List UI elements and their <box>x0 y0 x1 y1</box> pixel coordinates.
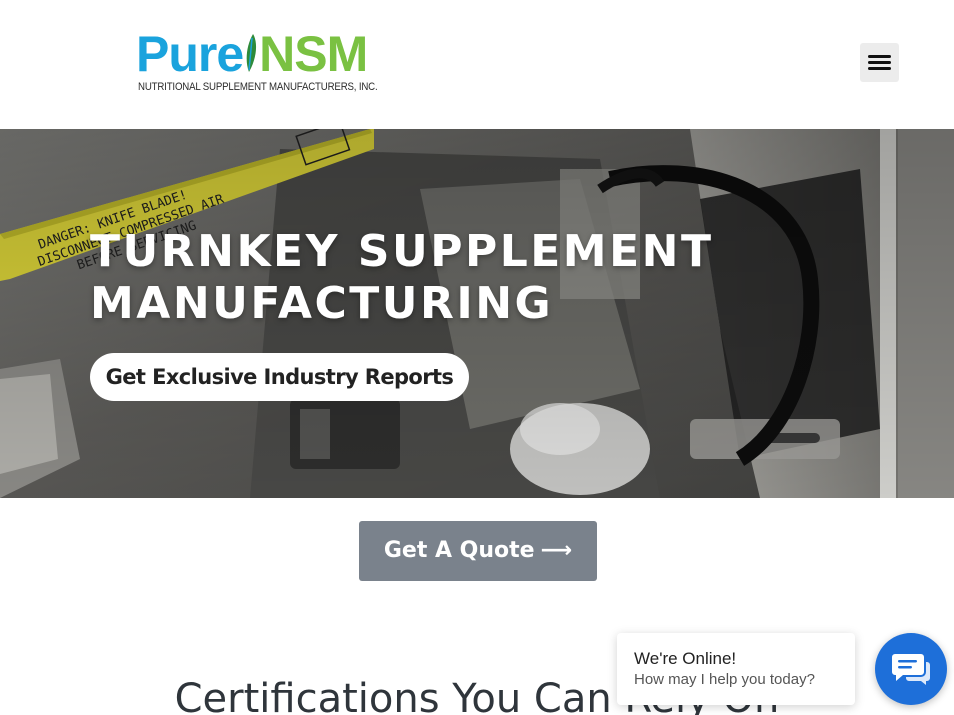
get-quote-button[interactable]: Get A Quote ⟶ <box>359 521 597 581</box>
hero-title-line-1: TURNKEY SUPPLEMENT <box>90 226 714 277</box>
site-logo[interactable]: Pure NSM NUTRITIONAL SUPPLEMENT MANUFACT… <box>136 26 378 98</box>
hero-title: TURNKEY SUPPLEMENT MANUFACTURING <box>90 226 713 330</box>
chat-icon <box>892 654 930 685</box>
menu-button[interactable] <box>860 43 899 82</box>
hero-title-line-2: MANUFACTURING <box>90 278 554 329</box>
page: Pure NSM NUTRITIONAL SUPPLEMENT MANUFACT… <box>0 0 954 715</box>
site-header: Pure NSM NUTRITIONAL SUPPLEMENT MANUFACT… <box>0 0 954 129</box>
logo-subtitle: NUTRITIONAL SUPPLEMENT MANUFACTURERS, IN… <box>138 81 378 93</box>
chat-launcher-button[interactable] <box>875 633 947 705</box>
hero-banner: DANGER: KNIFE BLADE! DISCONNECT COMPRESS… <box>0 129 954 498</box>
logo-word-pure: Pure <box>136 26 244 82</box>
leaf-icon <box>246 34 257 72</box>
chat-status-text: We're Online! <box>634 649 737 668</box>
get-quote-label: Get A Quote <box>383 538 535 563</box>
chat-prompt-text: How may I help you today? <box>634 671 815 688</box>
logo-word-nsm: NSM <box>259 26 368 82</box>
chat-greeting-bubble[interactable]: We're Online! How may I help you today? <box>617 633 855 705</box>
industry-reports-button[interactable]: Get Exclusive Industry Reports <box>90 353 469 401</box>
logo-wordmark: Pure NSM <box>136 26 368 82</box>
arrow-right-icon: ⟶ <box>540 538 573 563</box>
